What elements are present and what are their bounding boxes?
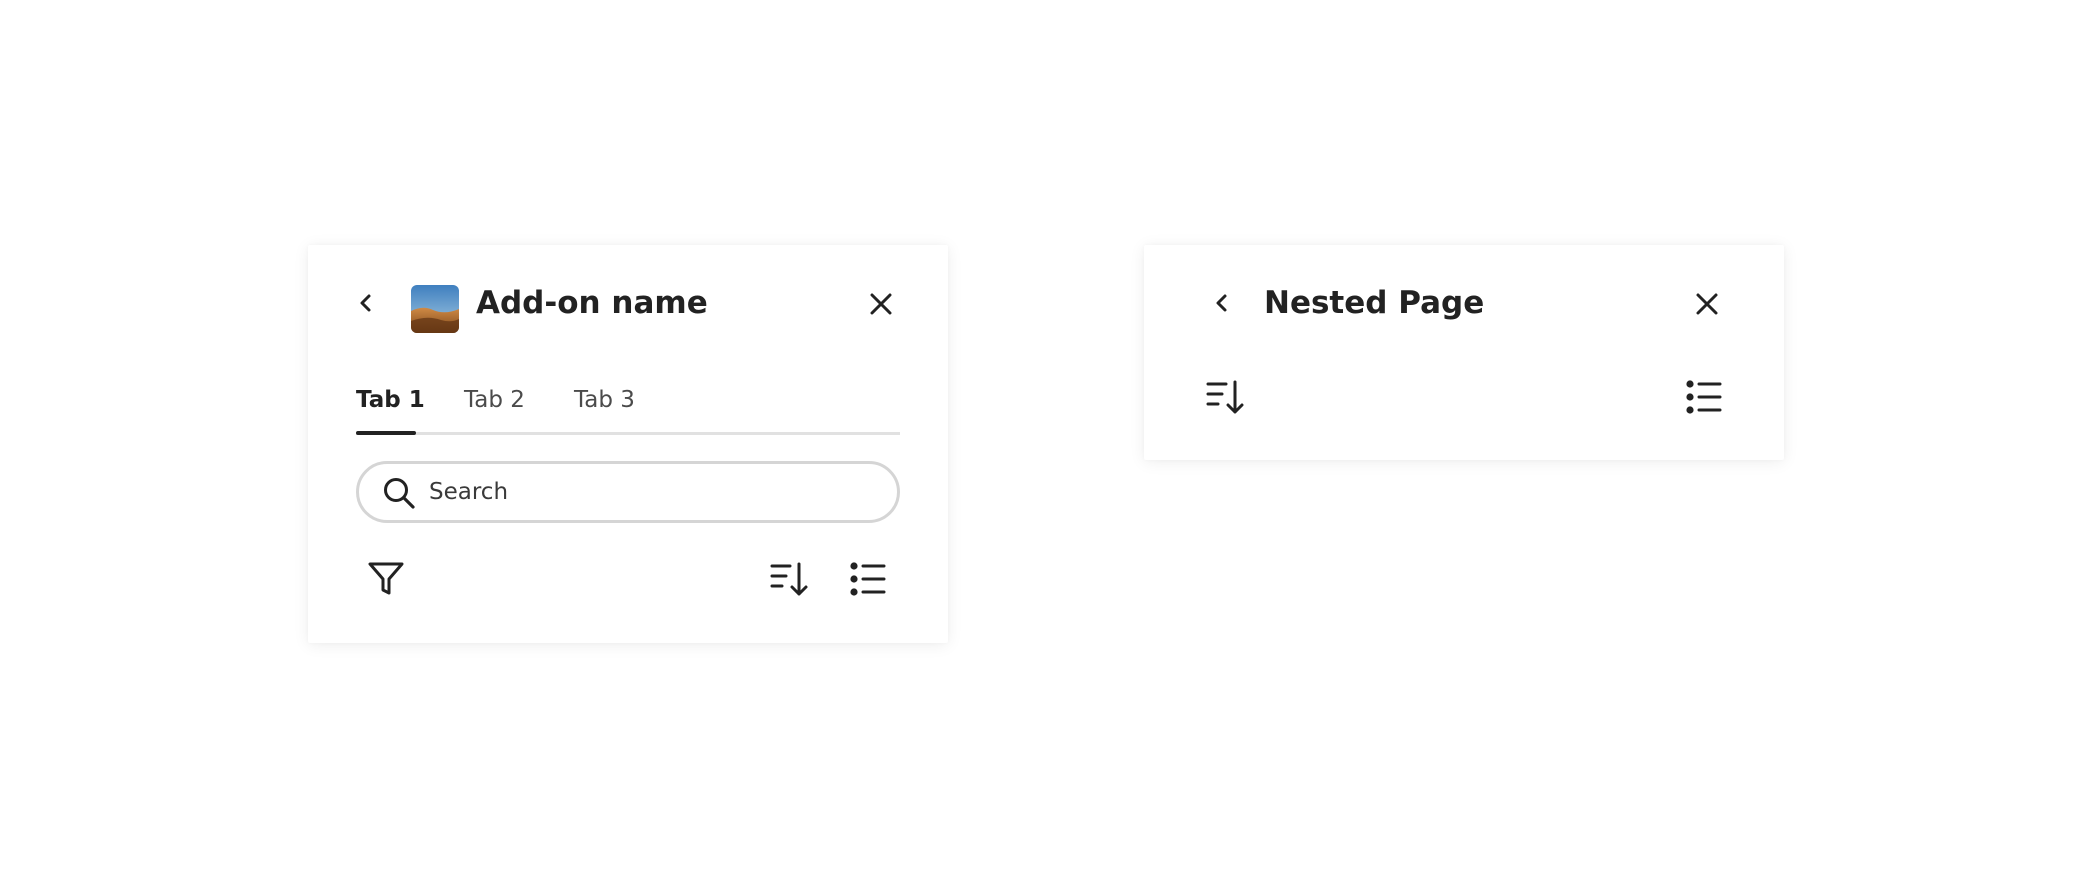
bulleted-list-icon <box>1686 380 1722 414</box>
list-view-button[interactable] <box>846 557 890 601</box>
tab-3[interactable]: Tab 3 <box>574 385 635 415</box>
filter-icon <box>368 562 404 595</box>
close-icon <box>870 293 892 315</box>
tab-track <box>356 432 900 435</box>
addon-panel: Add-on name Tab 1 Tab 2 Tab 3 <box>308 245 948 643</box>
close-icon <box>1696 293 1718 315</box>
panel-title: Nested Page <box>1264 285 1485 321</box>
addon-thumbnail <box>411 285 459 333</box>
search-field[interactable] <box>356 461 900 523</box>
close-button[interactable] <box>864 287 898 321</box>
back-button[interactable] <box>350 287 382 319</box>
sort-button[interactable] <box>1202 375 1248 419</box>
nested-page-panel: Nested Page <box>1144 245 1784 460</box>
search-icon <box>384 478 415 509</box>
list-view-button[interactable] <box>1682 375 1726 419</box>
chevron-left-icon <box>1216 294 1227 312</box>
panel-title: Add-on name <box>476 285 708 321</box>
desert-dunes-image <box>411 285 459 333</box>
chevron-left-icon <box>360 294 371 312</box>
sort-descending-icon <box>770 562 808 596</box>
sort-descending-icon <box>1206 380 1244 414</box>
search-input[interactable] <box>429 472 869 512</box>
filter-button[interactable] <box>364 557 408 601</box>
sort-button[interactable] <box>766 557 812 601</box>
tab-2[interactable]: Tab 2 <box>464 385 525 415</box>
bulleted-list-icon <box>850 562 886 596</box>
back-button[interactable] <box>1206 287 1238 319</box>
tab-selection-indicator <box>356 431 416 435</box>
tab-1[interactable]: Tab 1 <box>356 385 425 415</box>
close-button[interactable] <box>1690 287 1724 321</box>
